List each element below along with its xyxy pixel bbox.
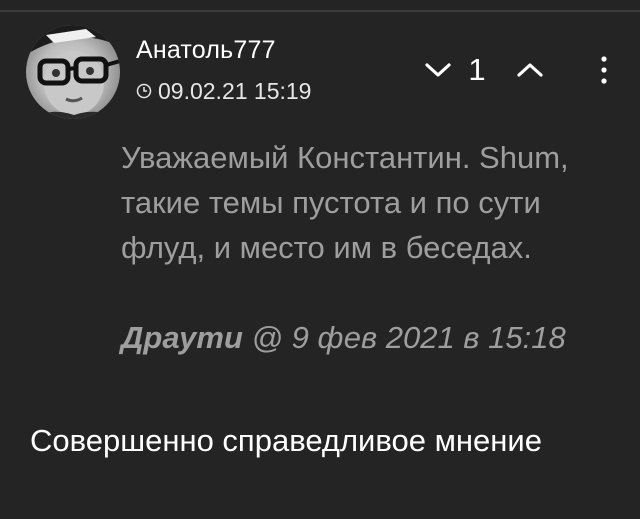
- comment: Анатоль777 09.02.21 15:19 1 Уважаемый Ко…: [0, 0, 640, 519]
- quote-date: @ 9 фев 2021 в 15:18: [242, 320, 566, 355]
- vote-count: 1: [468, 52, 486, 87]
- avatar[interactable]: [26, 25, 120, 119]
- vote-controls: 1: [420, 46, 548, 94]
- quote-attribution: Драути @ 9 фев 2021 в 15:18: [121, 320, 566, 356]
- comment-meta: 09.02.21 15:19: [136, 78, 311, 105]
- clock-icon: [136, 78, 152, 105]
- more-options-button[interactable]: [592, 48, 616, 92]
- chevron-up-icon: [517, 63, 543, 77]
- username[interactable]: Анатоль777: [136, 36, 276, 65]
- quote-author-link[interactable]: Драути: [121, 320, 243, 355]
- downvote-button[interactable]: [420, 52, 456, 88]
- comment-timestamp: 09.02.21 15:19: [158, 78, 312, 104]
- more-vertical-icon: [601, 56, 607, 84]
- avatar-image: [26, 25, 120, 119]
- comment-body: Совершенно справедливое мнение: [30, 423, 542, 458]
- chevron-down-icon: [425, 63, 451, 77]
- quote-text: Уважаемый Константин. Shum, такие темы п…: [121, 140, 569, 265]
- upvote-button[interactable]: [512, 52, 548, 88]
